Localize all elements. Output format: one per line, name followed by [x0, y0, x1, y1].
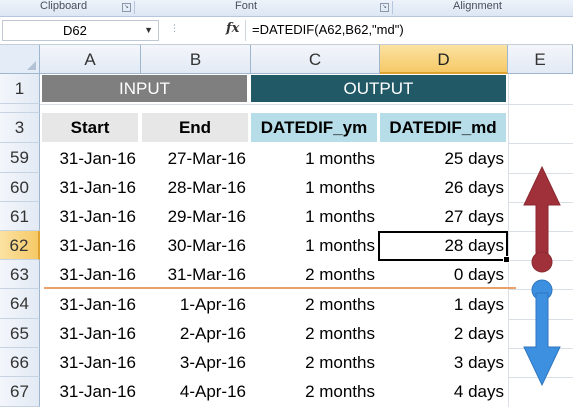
fill-handle[interactable]: [503, 256, 510, 263]
cell-datedif-ym[interactable]: 2 months: [251, 348, 375, 377]
row-header-2[interactable]: [0, 104, 40, 113]
cell-datedif-md[interactable]: 1 days: [380, 290, 504, 319]
ribbon-clipboard-label: Clipboard: [40, 0, 88, 12]
cell-datedif-md[interactable]: 27 days: [380, 202, 504, 231]
row-header-64[interactable]: 64: [0, 289, 40, 319]
row-header-65[interactable]: 65: [0, 319, 40, 348]
column-header-c[interactable]: C: [251, 45, 380, 74]
chevron-down-icon[interactable]: ▼: [144, 21, 153, 40]
cell-datedif-md[interactable]: 2 days: [380, 319, 504, 348]
cell-datedif-md[interactable]: 25 days: [380, 144, 504, 173]
select-all-button[interactable]: [0, 45, 40, 74]
input-banner[interactable]: INPUT: [42, 75, 247, 102]
row-header-62[interactable]: 62: [0, 231, 40, 260]
resize-grip-icon[interactable]: ⋮: [170, 23, 180, 34]
column-header-e[interactable]: E: [508, 45, 573, 74]
arrow-down-icon: [523, 279, 561, 387]
cell-datedif-md[interactable]: 26 days: [380, 173, 504, 202]
row-header-3[interactable]: 3: [0, 113, 40, 143]
cell-start[interactable]: 31-Jan-16: [40, 377, 136, 406]
cell-end[interactable]: 30-Mar-16: [141, 231, 246, 260]
worksheet-grid[interactable]: A B C D E 1 3 59 60 61 62 63 64 65 66 67…: [0, 45, 573, 407]
cell-start[interactable]: 31-Jan-16: [40, 319, 136, 348]
column-header-b[interactable]: B: [141, 45, 251, 74]
cell-datedif-ym[interactable]: 2 months: [251, 290, 375, 319]
cell-datedif-ym[interactable]: 1 months: [251, 231, 375, 260]
cell-start[interactable]: 31-Jan-16: [40, 173, 136, 202]
cell-start[interactable]: 31-Jan-16: [40, 290, 136, 319]
cell-start[interactable]: 31-Jan-16: [40, 348, 136, 377]
header-datedif-md[interactable]: DATEDIF_md: [380, 113, 506, 142]
cell-end[interactable]: 31-Mar-16: [141, 260, 246, 289]
active-cell-selection[interactable]: [378, 231, 510, 263]
cell-end[interactable]: 3-Apr-16: [141, 348, 246, 377]
row-header-59[interactable]: 59: [0, 143, 40, 173]
clipboard-launcher-icon[interactable]: ↘: [122, 3, 131, 12]
cell-datedif-ym[interactable]: 1 months: [251, 173, 375, 202]
cell-datedif-ym[interactable]: 2 months: [251, 260, 375, 289]
output-banner[interactable]: OUTPUT: [251, 75, 506, 102]
row-header-1[interactable]: 1: [0, 74, 40, 104]
cell-datedif-ym[interactable]: 1 months: [251, 202, 375, 231]
cell-end[interactable]: 4-Apr-16: [141, 377, 246, 406]
row-header-61[interactable]: 61: [0, 202, 40, 231]
ribbon-group-labels: Clipboard ↘ Font ↘ Alignment: [0, 0, 573, 17]
header-datedif-ym[interactable]: DATEDIF_ym: [251, 113, 377, 142]
cell-datedif-ym[interactable]: 2 months: [251, 319, 375, 348]
cell-start[interactable]: 31-Jan-16: [40, 260, 136, 289]
cell-datedif-md[interactable]: 3 days: [380, 348, 504, 377]
row-header-63[interactable]: 63: [0, 260, 40, 289]
ribbon-alignment-label: Alignment: [453, 0, 502, 12]
cell-datedif-md[interactable]: 0 days: [380, 260, 504, 289]
header-end[interactable]: End: [142, 113, 248, 142]
cell-datedif-ym[interactable]: 2 months: [251, 377, 375, 406]
cell-end[interactable]: 28-Mar-16: [141, 173, 246, 202]
cell-end[interactable]: 27-Mar-16: [141, 144, 246, 173]
row-header-66[interactable]: 66: [0, 348, 40, 377]
row-header-60[interactable]: 60: [0, 173, 40, 202]
name-box[interactable]: D62 ▼: [2, 20, 159, 41]
formula-bar: D62 ▼ ⋮ fx =DATEDIF(A62,B62,"md"): [0, 17, 573, 45]
column-header-d[interactable]: D: [380, 45, 508, 74]
header-start[interactable]: Start: [42, 113, 138, 142]
cell-start[interactable]: 31-Jan-16: [40, 231, 136, 260]
cell-start[interactable]: 31-Jan-16: [40, 144, 136, 173]
ribbon-font-label: Font: [235, 0, 258, 12]
name-box-value: D62: [63, 23, 87, 38]
cell-datedif-ym[interactable]: 1 months: [251, 144, 375, 173]
cell-end[interactable]: 2-Apr-16: [141, 319, 246, 348]
arrow-up-icon: [523, 165, 561, 273]
column-header-a[interactable]: A: [40, 45, 141, 74]
row-header-67[interactable]: 67: [0, 377, 40, 407]
month-boundary-line: [44, 287, 516, 289]
cell-datedif-md[interactable]: 4 days: [380, 377, 504, 406]
cell-end[interactable]: 29-Mar-16: [141, 202, 246, 231]
insert-function-icon[interactable]: fx: [226, 21, 239, 36]
cell-end[interactable]: 1-Apr-16: [141, 290, 246, 319]
font-launcher-icon[interactable]: ↘: [380, 3, 389, 12]
formula-input[interactable]: =DATEDIF(A62,B62,"md"): [252, 22, 404, 37]
cell-start[interactable]: 31-Jan-16: [40, 202, 136, 231]
